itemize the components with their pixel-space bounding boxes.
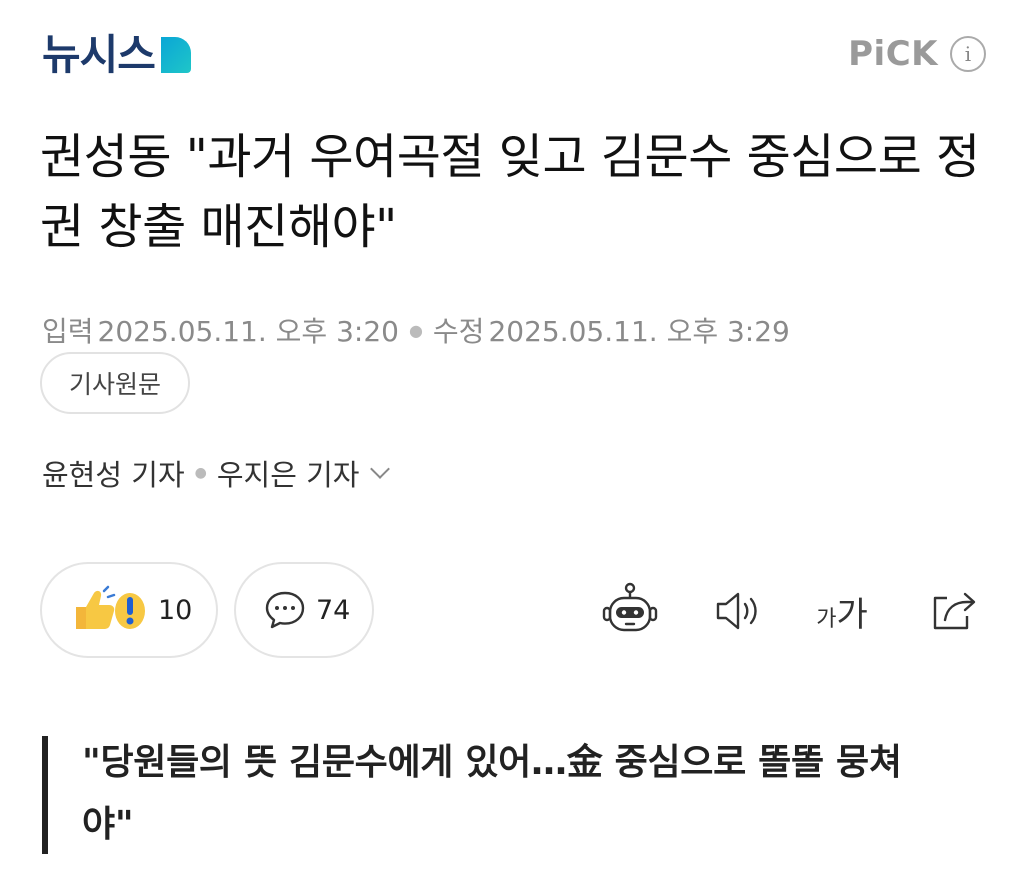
font-size-large-label: 가	[836, 594, 868, 635]
share-icon	[933, 592, 976, 630]
font-size-small-label: 가	[816, 606, 837, 632]
edit-label: 수정	[432, 315, 485, 348]
article-subtitle: "당원들의 뜻 김문수에게 있어…金 중심으로 똘똘 뭉쳐야"	[42, 736, 942, 854]
reporter-name[interactable]: 윤현성 기자	[42, 452, 185, 494]
share-button[interactable]	[922, 576, 986, 646]
chevron-down-icon[interactable]	[370, 459, 391, 479]
logo-mark-icon	[160, 37, 191, 73]
font-size-button[interactable]: 가가	[810, 576, 874, 646]
pick-badge[interactable]: PiCK i	[848, 36, 986, 72]
info-icon[interactable]: i	[950, 36, 986, 72]
logo-text: 뉴시스	[42, 30, 156, 79]
separator-dot: ●	[408, 320, 423, 340]
article-dates: 입력 2025.05.11. 오후 3:20 ● 수정 2025.05.11. …	[42, 310, 790, 350]
read-aloud-button[interactable]	[706, 576, 770, 646]
input-label: 입력	[42, 315, 94, 348]
input-time: 2025.05.11. 오후 3:20	[97, 315, 399, 348]
pick-label: PiCK	[848, 34, 938, 74]
original-article-button[interactable]: 기사원문	[40, 352, 190, 414]
reporter-name[interactable]: 우지은 기자	[217, 452, 360, 494]
edit-time: 2025.05.11. 오후 3:29	[488, 315, 790, 348]
summary-button[interactable]	[598, 576, 662, 646]
subtitle-text: "당원들의 뜻 김문수에게 있어…金 중심으로 똘똘 뭉쳐야"	[82, 742, 902, 845]
article-title: 권성동 "과거 우여곡절 잊고 김문수 중심으로 정권 창출 매진해야"	[40, 129, 980, 255]
newsis-logo[interactable]: 뉴시스	[42, 34, 191, 76]
separator-dot: ●	[194, 465, 207, 481]
reporter-list[interactable]: 윤현성 기자 ● 우지은 기자	[42, 452, 391, 494]
font-size-icon: 가가	[816, 587, 868, 636]
robot-summary-icon	[602, 582, 658, 632]
speaker-icon	[716, 592, 757, 630]
article-toolbar: 가가	[0, 576, 1024, 646]
top-bar: 뉴시스 PiCK i	[0, 0, 1024, 110]
